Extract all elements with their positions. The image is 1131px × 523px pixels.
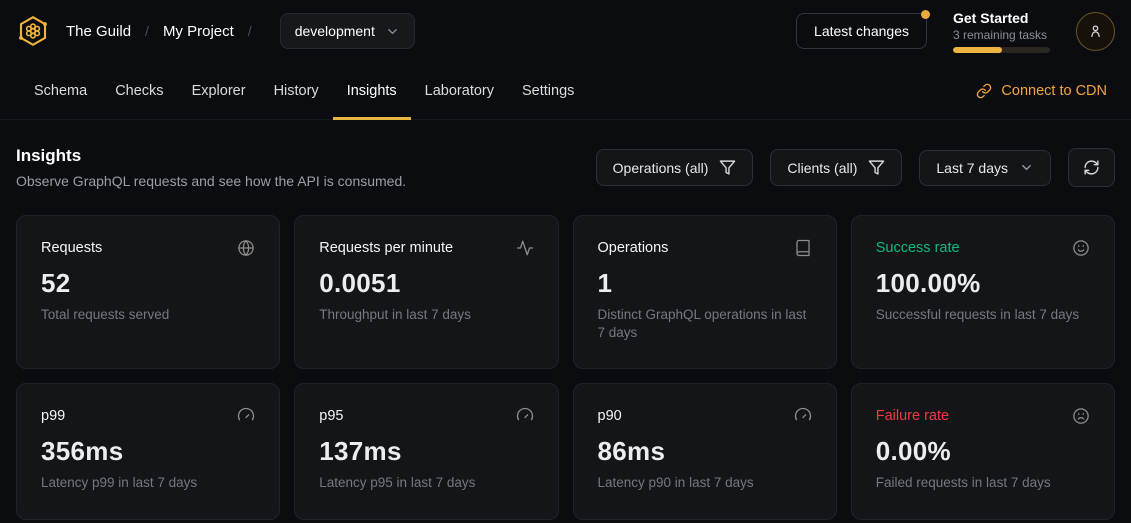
gauge-icon xyxy=(794,407,812,425)
card-description: Throughput in last 7 days xyxy=(319,306,529,324)
tab-explorer[interactable]: Explorer xyxy=(178,62,260,120)
success-rate-card: Success rate 100.00% Successful requests… xyxy=(851,215,1115,369)
globe-icon xyxy=(237,239,255,257)
insights-section-header: Insights Observe GraphQL requests and se… xyxy=(0,146,1131,189)
smile-icon xyxy=(1072,239,1090,257)
refresh-icon xyxy=(1083,159,1100,176)
breadcrumb-project[interactable]: My Project xyxy=(163,23,234,40)
card-title: Requests per minute xyxy=(319,240,453,256)
insights-heading-block: Insights Observe GraphQL requests and se… xyxy=(16,146,406,189)
card-value: 356ms xyxy=(41,436,255,467)
tab-checks[interactable]: Checks xyxy=(101,62,177,120)
tab-laboratory[interactable]: Laboratory xyxy=(411,62,508,120)
insights-filter-controls: Operations (all) Clients (all) Last 7 da… xyxy=(596,148,1115,187)
requests-per-minute-card: Requests per minute 0.0051 Throughput in… xyxy=(294,215,558,369)
book-icon xyxy=(794,239,812,257)
target-selector-dropdown[interactable]: development xyxy=(280,13,415,49)
get-started-progress-fill xyxy=(953,47,1002,53)
card-value: 1 xyxy=(598,268,812,299)
operations-card: Operations 1 Distinct GraphQL operations… xyxy=(573,215,837,369)
card-title: p99 xyxy=(41,408,65,424)
target-selector-value: development xyxy=(295,23,375,39)
date-range-label: Last 7 days xyxy=(936,160,1008,176)
card-description: Latency p90 in last 7 days xyxy=(598,474,808,492)
card-value: 0.00% xyxy=(876,436,1090,467)
card-description: Latency p99 in last 7 days xyxy=(41,474,251,492)
chevron-down-icon xyxy=(1019,160,1034,175)
clients-filter-label: Clients (all) xyxy=(787,160,857,176)
connect-to-cdn-label: Connect to CDN xyxy=(1001,83,1107,99)
chevron-down-icon xyxy=(385,24,400,39)
card-title: Requests xyxy=(41,240,102,256)
operations-filter-label: Operations (all) xyxy=(613,160,709,176)
breadcrumb-separator: / xyxy=(248,23,252,39)
tab-insights[interactable]: Insights xyxy=(333,62,411,120)
card-value: 86ms xyxy=(598,436,812,467)
guild-hexagon-logo[interactable] xyxy=(16,14,50,48)
tab-schema[interactable]: Schema xyxy=(20,62,101,120)
link-icon xyxy=(976,83,992,99)
get-started-title: Get Started xyxy=(953,10,1050,26)
latest-changes-button[interactable]: Latest changes xyxy=(796,13,927,49)
user-icon xyxy=(1087,23,1104,40)
gauge-icon xyxy=(516,407,534,425)
card-value: 0.0051 xyxy=(319,268,533,299)
page-subtitle: Observe GraphQL requests and see how the… xyxy=(16,173,406,189)
card-value: 52 xyxy=(41,268,255,299)
card-description: Latency p95 in last 7 days xyxy=(319,474,529,492)
p99-latency-card: p99 356ms Latency p99 in last 7 days xyxy=(16,383,280,519)
card-title: p95 xyxy=(319,408,343,424)
card-title: Operations xyxy=(598,240,669,256)
card-title: p90 xyxy=(598,408,622,424)
breadcrumb-separator: / xyxy=(145,23,149,39)
get-started-remaining-tasks: 3 remaining tasks xyxy=(953,28,1050,42)
card-description: Total requests served xyxy=(41,306,251,324)
card-description: Distinct GraphQL operations in last 7 da… xyxy=(598,306,808,342)
p95-latency-card: p95 137ms Latency p95 in last 7 days xyxy=(294,383,558,519)
page-title: Insights xyxy=(16,146,406,166)
get-started-progress-bar xyxy=(953,47,1050,53)
card-description: Failed requests in last 7 days xyxy=(876,474,1086,492)
date-range-dropdown[interactable]: Last 7 days xyxy=(919,150,1051,186)
activity-icon xyxy=(516,239,534,257)
top-header: The Guild / My Project / development Lat… xyxy=(0,0,1131,62)
notification-dot xyxy=(921,10,930,19)
frown-icon xyxy=(1072,407,1090,425)
card-value: 137ms xyxy=(319,436,533,467)
clients-filter-button[interactable]: Clients (all) xyxy=(770,149,902,186)
filter-icon xyxy=(868,159,885,176)
operations-filter-button[interactable]: Operations (all) xyxy=(596,149,754,186)
card-title: Success rate xyxy=(876,240,960,256)
latest-changes-label: Latest changes xyxy=(814,23,909,39)
connect-to-cdn-link[interactable]: Connect to CDN xyxy=(976,83,1115,99)
tab-history[interactable]: History xyxy=(260,62,333,120)
user-avatar[interactable] xyxy=(1076,12,1115,51)
gauge-icon xyxy=(237,407,255,425)
project-nav: Schema Checks Explorer History Insights … xyxy=(0,62,1131,120)
requests-card: Requests 52 Total requests served xyxy=(16,215,280,369)
card-description: Successful requests in last 7 days xyxy=(876,306,1086,324)
breadcrumb-org[interactable]: The Guild xyxy=(66,23,131,40)
refresh-button[interactable] xyxy=(1068,148,1115,187)
tab-settings[interactable]: Settings xyxy=(508,62,588,120)
header-right-group: Latest changes Get Started 3 remaining t… xyxy=(796,10,1115,53)
card-title: Failure rate xyxy=(876,408,949,424)
get-started-widget[interactable]: Get Started 3 remaining tasks xyxy=(953,10,1050,53)
metrics-card-grid: Requests 52 Total requests served Reques… xyxy=(0,215,1131,520)
filter-icon xyxy=(719,159,736,176)
p90-latency-card: p90 86ms Latency p90 in last 7 days xyxy=(573,383,837,519)
failure-rate-card: Failure rate 0.00% Failed requests in la… xyxy=(851,383,1115,519)
card-value: 100.00% xyxy=(876,268,1090,299)
